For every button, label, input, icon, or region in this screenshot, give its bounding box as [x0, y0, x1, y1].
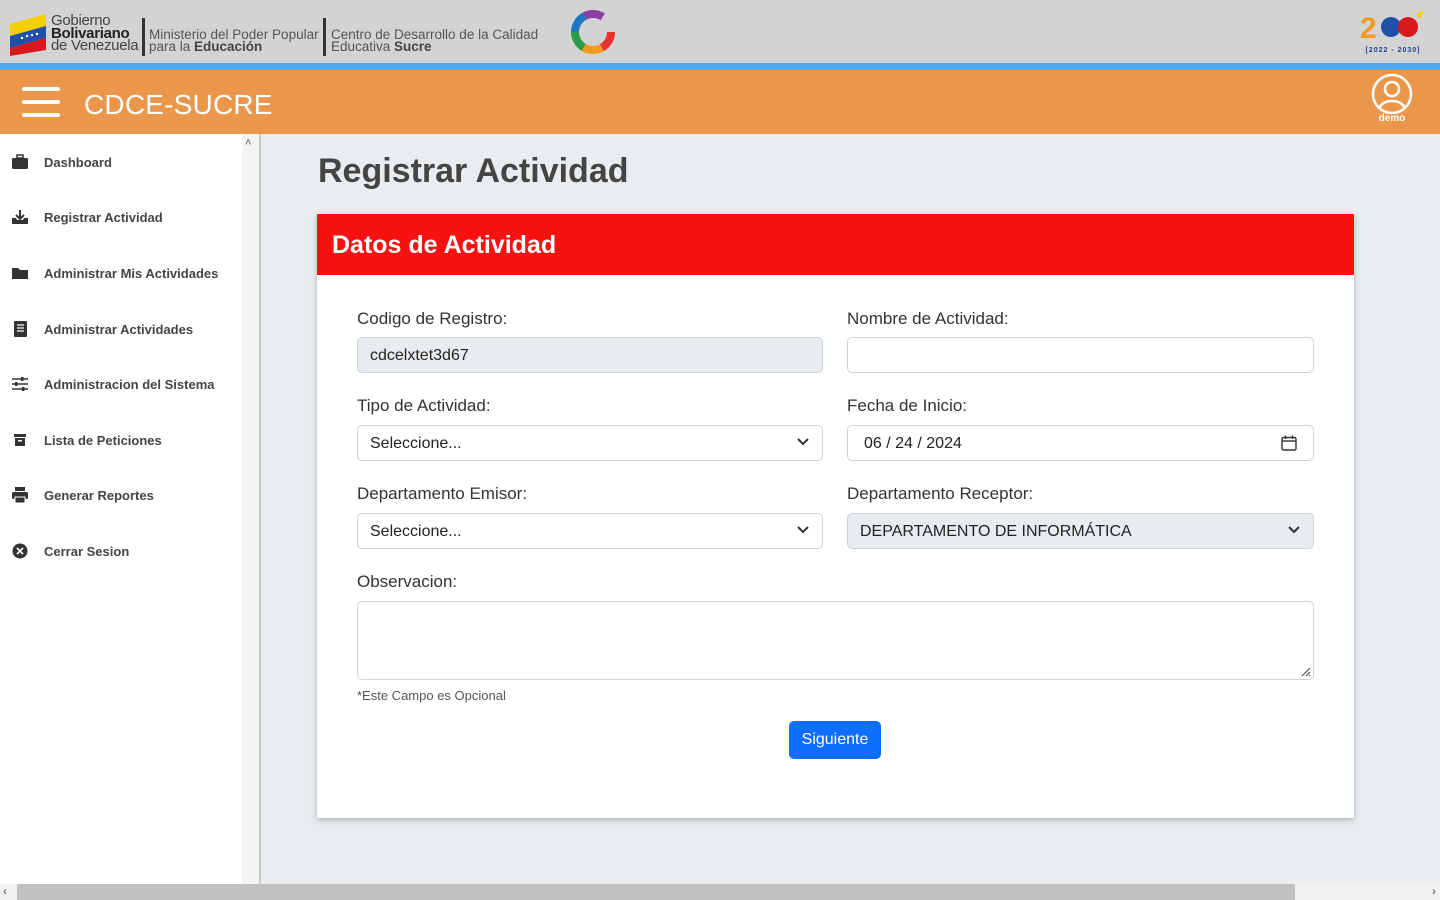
sidebar-item-label: Administrar Actividades: [44, 322, 194, 337]
sidebar-item-administrar-mis-actividades[interactable]: Administrar Mis Actividades: [0, 253, 242, 293]
sidebar-item-administracion-sistema[interactable]: Administracion del Sistema: [0, 364, 242, 404]
scroll-left-icon[interactable]: ‹: [3, 884, 7, 898]
nombre-label: Nombre de Actividad:: [847, 309, 1009, 328]
center-name: Centro de Desarrollo de la Calidad Educa…: [331, 27, 539, 54]
fecha-label: Fecha de Inicio:: [847, 396, 968, 415]
bicentenario-years: [2022 - 2030]: [1365, 47, 1421, 54]
receptor-value: DEPARTAMENTO DE INFORMÁTICA: [860, 523, 1132, 540]
ministry-name: Ministerio del Poder Popular para la Edu…: [149, 27, 319, 54]
hamburger-icon: [22, 87, 60, 91]
codigo-field: cdcelxtet3d67: [357, 337, 823, 373]
emisor-select[interactable]: Seleccione...: [357, 513, 823, 549]
cdce-ring-logo: [571, 10, 615, 54]
sidebar-item-label: Dashboard: [44, 155, 112, 170]
user-avatar-icon: [1371, 73, 1413, 115]
chevron-down-icon: [797, 526, 809, 534]
resize-handle-icon[interactable]: [1299, 665, 1311, 677]
chevron-down-icon: [797, 438, 809, 446]
accent-line: [0, 63, 1440, 70]
venezuela-flag-logo: [10, 14, 46, 56]
observacion-textarea[interactable]: [357, 601, 1314, 680]
fecha-input[interactable]: 06 / 24 / 2024: [847, 425, 1314, 461]
scrollbar-thumb[interactable]: [17, 884, 1295, 900]
app-title: CDCE-SUCRE: [84, 89, 273, 120]
emisor-value: Seleccione...: [370, 523, 462, 540]
horizontal-scrollbar[interactable]: ‹ ›: [0, 884, 1440, 900]
receptor-select: DEPARTAMENTO DE INFORMÁTICA: [847, 513, 1314, 549]
card-header: Datos de Actividad: [317, 214, 1354, 275]
banner-separator: [323, 18, 326, 56]
sidebar-item-registrar-actividad[interactable]: Registrar Actividad: [0, 197, 242, 237]
svg-text:2: 2: [1360, 12, 1377, 44]
card-title: Datos de Actividad: [332, 231, 557, 259]
sidebar-item-generar-reportes[interactable]: Generar Reportes: [0, 475, 242, 515]
sidebar-item-label: Cerrar Sesion: [44, 544, 130, 559]
archive-icon: [14, 434, 26, 446]
page-title: Registrar Actividad: [318, 152, 629, 190]
optional-field-hint: *Este Campo es Opcional: [357, 688, 506, 703]
close-circle-icon: [12, 543, 28, 559]
nombre-input[interactable]: [847, 337, 1314, 373]
sidebar-item-label: Generar Reportes: [44, 488, 154, 503]
fecha-value: 06 / 24 / 2024: [864, 435, 962, 452]
hamburger-icon-bar: [22, 100, 60, 104]
sidebar-item-dashboard[interactable]: Dashboard: [0, 142, 242, 182]
menu-toggle-button[interactable]: [22, 85, 60, 119]
chevron-up-icon[interactable]: ˄: [245, 137, 251, 149]
scroll-right-icon[interactable]: ›: [1432, 884, 1436, 898]
tipo-select[interactable]: Seleccione...: [357, 425, 823, 461]
receptor-label: Departamento Receptor:: [847, 484, 1034, 503]
hamburger-icon-bar: [22, 113, 60, 117]
sliders-icon: [12, 377, 28, 391]
user-name: demo: [1378, 113, 1406, 124]
document-list-icon: [14, 321, 27, 337]
briefcase-icon: [12, 154, 28, 169]
sidebar-scrollbar[interactable]: ˄: [242, 134, 259, 884]
chevron-down-icon: [1288, 526, 1300, 534]
download-tray-icon: [12, 210, 28, 224]
sidebar-item-label: Registrar Actividad: [44, 210, 163, 225]
calendar-icon[interactable]: [1281, 435, 1297, 451]
government-name: Gobierno Bolivariano de Venezuela: [51, 12, 139, 54]
codigo-value: cdcelxtet3d67: [370, 347, 469, 364]
user-menu-button[interactable]: demo: [1368, 73, 1416, 131]
tipo-label: Tipo de Actividad:: [357, 396, 491, 415]
emisor-label: Departamento Emisor:: [357, 484, 528, 503]
sidebar-item-label: Administrar Mis Actividades: [44, 266, 219, 281]
codigo-label: Codigo de Registro:: [357, 309, 508, 328]
sidebar-divider: [259, 134, 261, 884]
sidebar-item-cerrar-sesion[interactable]: Cerrar Sesion: [0, 531, 242, 571]
tipo-value: Seleccione...: [370, 435, 462, 452]
sidebar-item-label: Lista de Peticiones: [44, 433, 162, 448]
sidebar-item-lista-peticiones[interactable]: Lista de Peticiones: [0, 420, 242, 460]
banner-separator: [142, 18, 145, 56]
next-button[interactable]: Siguiente: [789, 721, 881, 759]
bicentenario-logo: 2 [2022 - 2030]: [1358, 10, 1428, 54]
activity-form-card: Datos de Actividad Codigo de Registro: c…: [317, 214, 1354, 818]
government-banner: Gobierno Bolivariano de Venezuela Minist…: [0, 0, 1440, 70]
sidebar-item-administrar-actividades[interactable]: Administrar Actividades: [0, 309, 242, 349]
observacion-label: Observacion:: [357, 572, 458, 591]
printer-icon: [12, 487, 28, 503]
app-header: CDCE-SUCRE demo: [0, 70, 1440, 134]
sidebar-item-label: Administracion del Sistema: [44, 377, 215, 392]
sidebar: Dashboard Registrar Actividad Administra…: [0, 134, 242, 884]
folder-icon: [12, 268, 28, 279]
